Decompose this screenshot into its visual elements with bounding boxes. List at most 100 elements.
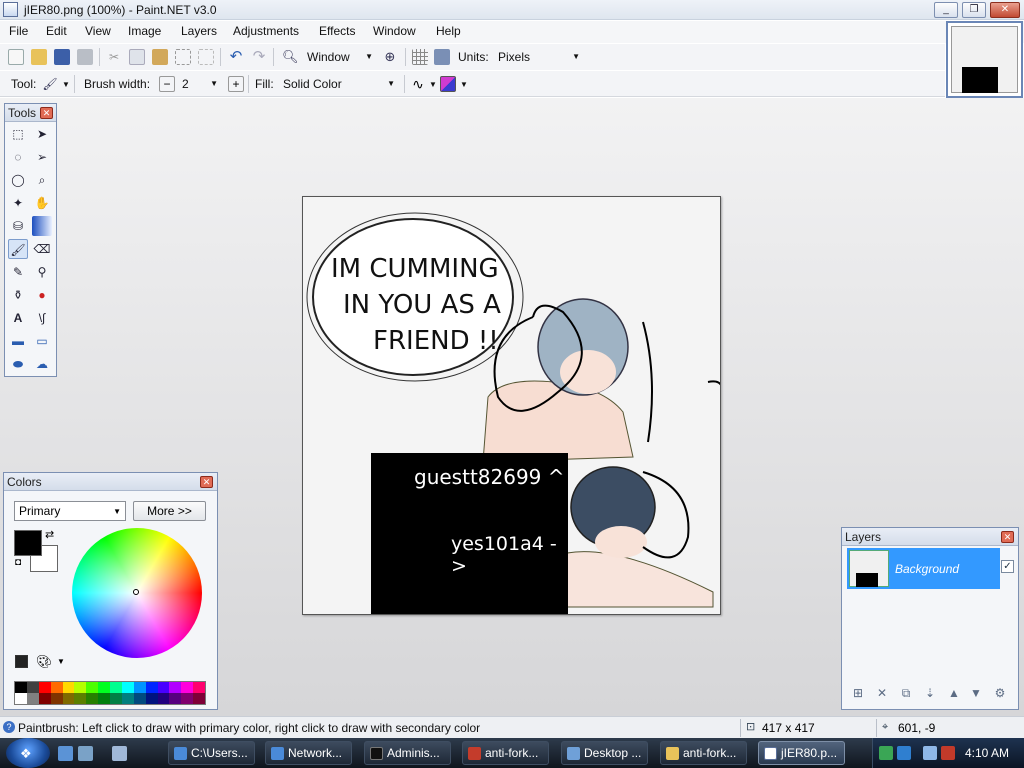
pencil-tool[interactable]: ✎ [8,262,28,282]
line-curve-tool[interactable]: \∫ [32,308,52,328]
palette-swatch[interactable] [193,682,205,693]
palette-swatch[interactable] [26,693,39,704]
delete-layer-icon[interactable]: ✕ [874,685,890,701]
palette-swatch[interactable] [86,693,99,704]
task-network[interactable]: Network... [265,741,352,765]
paint-bucket-tool[interactable]: ⛁ [8,216,28,236]
palette-swatch[interactable] [169,682,182,693]
palette-swatch[interactable] [110,682,122,693]
zoom-window-dropdown[interactable]: Window ▼ [303,48,377,66]
duplicate-layer-icon[interactable]: ⧉ [898,685,914,701]
task-explorer[interactable]: C:\Users... [168,741,255,765]
palette-swatch[interactable] [145,693,158,704]
colors-window-titlebar[interactable]: Colors ✕ [4,473,217,491]
volume-muted-icon[interactable] [941,746,955,760]
undo-icon[interactable]: ↶ [228,49,244,65]
task-anti-fork-1[interactable]: anti-fork... [462,741,549,765]
menu-window[interactable]: Window [373,24,416,38]
swap-colors-icon[interactable]: ⇄ [45,528,54,541]
minimize-button[interactable]: _ [934,2,958,18]
zoom-in-icon[interactable]: ⊕ [382,49,398,65]
paintbrush-icon[interactable]: 🖌︎ [42,76,58,92]
ruler-icon[interactable] [434,49,450,65]
ellipse-tool[interactable]: ⬬ [8,354,28,374]
close-icon[interactable]: ✕ [200,476,213,488]
freeform-shape-tool[interactable]: ☁ [32,354,52,374]
decrease-width-icon[interactable]: − [159,76,175,92]
palette-swatch[interactable] [38,693,51,704]
palette-swatch[interactable] [181,682,194,693]
start-button[interactable]: ❖ [6,738,50,768]
color-mode-select[interactable]: Primary ▼ [14,501,126,521]
new-file-icon[interactable] [8,49,24,65]
eraser-tool[interactable]: ⌫ [32,239,52,259]
move-selected-tool[interactable]: ➢ [32,147,52,167]
ellipse-select-tool[interactable]: ◯ [8,170,28,190]
move-selection-tool[interactable]: ➤ [32,124,52,144]
display-icon[interactable] [923,746,937,760]
task-desktop[interactable]: Desktop ... [561,741,648,765]
pan-tool[interactable]: ✋ [32,193,52,213]
task-paintnet[interactable]: jIER80.p... [758,741,845,765]
palette-swatch[interactable] [15,693,27,704]
antialiasing-icon[interactable]: ∿ [410,76,426,92]
palette-swatch[interactable] [181,693,194,704]
menu-adjustments[interactable]: Adjustments [233,24,299,38]
rectangle-select-tool[interactable]: ⬚ [8,124,28,144]
menu-help[interactable]: Help [436,24,461,38]
palette-swatch[interactable] [50,682,63,693]
cut-icon[interactable]: ✂ [106,49,122,65]
crop-icon[interactable] [175,49,191,65]
menu-image[interactable]: Image [128,24,161,38]
chevron-down-icon[interactable]: ▼ [57,657,65,666]
quicklaunch-switch-icon[interactable] [112,746,127,761]
palette-swatch[interactable] [38,682,51,693]
quicklaunch-ie-icon[interactable] [58,746,73,761]
brush-width-dropdown[interactable]: 2 ▼ [178,75,222,93]
save-icon[interactable] [54,49,70,65]
palette-swatch[interactable] [26,682,39,693]
layers-window-titlebar[interactable]: Layers ✕ [842,528,1018,546]
magic-wand-tool[interactable]: ✦ [8,193,28,213]
close-icon[interactable]: ✕ [1001,531,1014,543]
palette-swatch[interactable] [86,682,99,693]
move-layer-up-icon[interactable]: ▲ [946,685,962,701]
palette-swatch[interactable] [157,682,170,693]
palette-menu-icon[interactable]: 🎨︎ [36,654,53,670]
color-swatch-icon[interactable] [15,655,28,668]
paintbrush-tool[interactable]: 🖌︎ [8,239,28,259]
close-button[interactable]: ✕ [990,2,1020,18]
tools-window-titlebar[interactable]: Tools ✕ [5,104,56,122]
chevron-down-icon[interactable]: ▼ [62,80,70,89]
color-palette[interactable] [14,681,206,705]
redo-icon[interactable]: ↷ [251,49,267,65]
palette-swatch[interactable] [133,693,146,704]
zoom-tool[interactable]: ⌕ [32,170,52,190]
deselect-icon[interactable] [198,49,214,65]
paste-icon[interactable] [152,49,168,65]
blend-mode-icon[interactable] [440,76,456,92]
chevron-down-icon[interactable]: ▼ [460,80,468,89]
task-admin-cmd[interactable]: Adminis... [364,741,451,765]
grid-icon[interactable] [412,49,428,65]
units-dropdown[interactable]: Pixels ▼ [494,48,584,66]
menu-view[interactable]: View [85,24,111,38]
palette-swatch[interactable] [98,693,110,704]
palette-swatch[interactable] [74,682,87,693]
rectangle-tool[interactable]: ▬ [8,331,28,351]
connection-icon[interactable] [897,746,911,760]
image-thumbnail[interactable] [946,21,1023,98]
color-wheel[interactable] [72,528,202,658]
palette-swatch[interactable] [62,693,75,704]
palette-swatch[interactable] [169,693,182,704]
rounded-rectangle-tool[interactable]: ▭ [32,331,52,351]
quicklaunch-desktop-icon[interactable] [78,746,93,761]
more-colors-button[interactable]: More >> [133,501,206,521]
palette-swatch[interactable] [121,693,134,704]
menu-layers[interactable]: Layers [181,24,217,38]
reset-colors-icon[interactable]: ◘ [15,557,21,568]
open-folder-icon[interactable] [31,49,47,65]
gradient-tool[interactable] [32,216,52,236]
text-tool[interactable]: A [8,308,28,328]
palette-swatch[interactable] [157,693,170,704]
